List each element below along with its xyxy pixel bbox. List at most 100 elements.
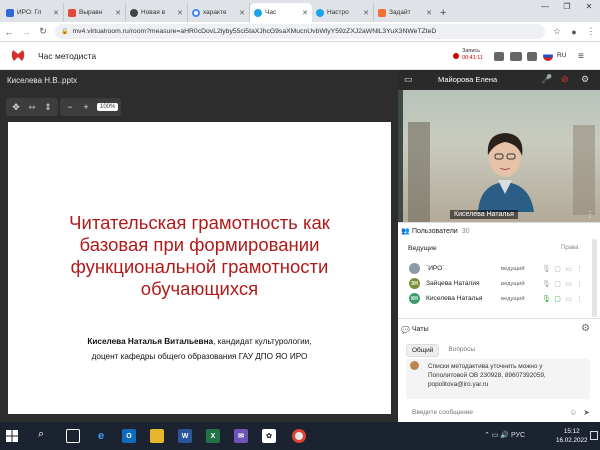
users-header[interactable]: Пользователи 30	[398, 223, 600, 239]
browser-tab[interactable]: характе ✕	[188, 3, 250, 22]
zoom-out-button[interactable]: −	[63, 100, 77, 114]
video-header-name: Майорова Елена	[438, 75, 498, 84]
user-row[interactable]: ЗН Зайцева Наталия ведущий 🎙 ▢ ▭ ⋮	[398, 276, 590, 291]
browser-tab[interactable]: Новая в ✕	[126, 3, 188, 22]
close-icon[interactable]: ✕	[363, 9, 369, 17]
close-icon[interactable]: ✕	[115, 9, 121, 17]
slide-subtitle: Киселева Наталья Витальевна, кандидат ку…	[38, 334, 361, 364]
chat-header[interactable]: Чаты	[412, 326, 429, 333]
file-explorer-icon[interactable]	[150, 429, 164, 443]
mic-on-icon[interactable]: 🎙	[541, 295, 552, 303]
move-icon[interactable]: ✥	[9, 100, 23, 114]
forward-icon[interactable]: →	[21, 27, 31, 37]
chat-message: Списки методактива уточнить можно у Попо…	[406, 359, 590, 399]
windows-start-icon[interactable]	[6, 430, 18, 442]
video-header: ▭ Майорова Елена 🎤 ⊘ ⚙	[398, 70, 600, 90]
outlook-icon[interactable]: O	[122, 429, 136, 443]
input-language[interactable]: РУС	[511, 432, 525, 439]
screen-icon[interactable]: ▭	[404, 74, 413, 85]
screen-share-icon[interactable]: ▭	[563, 265, 574, 273]
video-menu-icon[interactable]: ⋮	[586, 210, 594, 219]
task-view-icon[interactable]	[66, 429, 80, 443]
emoji-icon[interactable]: ☺	[569, 408, 577, 417]
system-tray[interactable]: ⌃ ▭ 🔊 РУС	[484, 431, 525, 439]
reload-icon[interactable]: ↻	[38, 26, 48, 37]
close-icon[interactable]: ✕	[177, 9, 183, 17]
close-icon[interactable]: ✕	[302, 9, 308, 17]
mic-off-icon[interactable]: 🎤	[541, 74, 552, 85]
chrome-icon[interactable]	[292, 429, 306, 443]
slide: Читательская грамотность как базовая при…	[8, 122, 391, 414]
back-icon[interactable]: ←	[4, 27, 14, 37]
video-icon[interactable]	[510, 52, 522, 61]
close-icon[interactable]: ✕	[426, 9, 432, 17]
language-flag-icon[interactable]	[543, 51, 553, 61]
mic-off-icon[interactable]: 🎙	[541, 265, 552, 273]
fullscreen-icon[interactable]	[527, 52, 537, 61]
settings-icon[interactable]: ⚙	[581, 74, 589, 85]
browser-tab[interactable]: Выравн ✕	[64, 3, 126, 22]
user-row[interactable]: `ИРО` ведущий 🎙 ▢ ▭ ⋮	[398, 261, 590, 276]
close-window-button[interactable]: ✕	[578, 0, 600, 16]
menu-icon[interactable]: ≡	[578, 51, 584, 62]
app-icon[interactable]: ✿	[262, 429, 276, 443]
close-icon[interactable]: ✕	[239, 9, 245, 17]
users-header-label: Пользователи	[412, 227, 458, 235]
close-icon[interactable]: ✕	[53, 9, 59, 17]
browser-tab[interactable]: ИРО: Гл ✕	[2, 3, 64, 22]
user-role: ведущий	[501, 265, 525, 272]
language-label[interactable]: RU	[557, 52, 566, 59]
more-icon[interactable]: ⋮	[574, 280, 585, 288]
users-panel: 👥 Пользователи 30 Ведущие Права `ИРО` вед…	[398, 222, 600, 318]
tab-general[interactable]: Общий	[406, 344, 440, 357]
more-icon[interactable]: ⋮	[586, 26, 596, 37]
more-icon[interactable]: ⋮	[574, 265, 585, 273]
camera-icon[interactable]: ▢	[552, 280, 563, 288]
edge-icon[interactable]: e	[94, 429, 108, 443]
avatar	[409, 263, 420, 274]
fit-icon[interactable]: ⇿	[25, 100, 39, 114]
notifications-icon[interactable]	[590, 431, 598, 440]
browser-tab[interactable]: Задайт ✕	[374, 3, 436, 22]
star-icon[interactable]: ☆	[552, 26, 562, 37]
user-name: Зайцева Наталия	[426, 280, 480, 287]
gear-icon[interactable]: ⚙	[581, 323, 590, 334]
screen-share-icon[interactable]: ▭	[563, 295, 574, 303]
clock[interactable]: 15:12 16.02.2022	[556, 427, 588, 445]
camera-icon[interactable]: ▢	[552, 265, 563, 273]
minimize-button[interactable]: —	[534, 0, 556, 16]
folder-icon[interactable]	[494, 52, 504, 61]
clock-date: 16.02.2022	[556, 437, 588, 444]
users-scrollbar[interactable]	[592, 239, 597, 317]
file-title: Киселева Н.В..pptx	[7, 76, 78, 85]
camera-on-icon[interactable]: ▢	[552, 295, 563, 303]
zoom-in-button[interactable]: +	[79, 100, 93, 114]
chat-input[interactable]	[406, 406, 570, 418]
maximize-button[interactable]: ❐	[556, 0, 578, 16]
tab-label: Задайт	[389, 9, 411, 16]
chat-tabs: Общий Вопросы	[406, 344, 480, 357]
app-icon[interactable]: ✉	[234, 429, 248, 443]
fit-height-icon[interactable]: ⇕	[41, 100, 55, 114]
more-icon[interactable]: ⋮	[574, 295, 585, 303]
search-icon[interactable]: ⌕	[38, 428, 44, 441]
camera-off-icon[interactable]: ⊘	[561, 74, 569, 85]
new-tab-button[interactable]: +	[440, 7, 446, 19]
browser-tab[interactable]: Настро ✕	[312, 3, 374, 22]
browser-tab-active[interactable]: Час ✕	[250, 3, 312, 22]
slide-author-rest: , кандидат культурологии,	[213, 337, 312, 346]
profile-icon[interactable]: ●	[569, 27, 579, 37]
user-row[interactable]: КН Киселева Наталья ведущий 🎙 ▢ ▭ ⋮	[398, 291, 590, 306]
tab-questions[interactable]: Вопросы	[443, 344, 480, 357]
excel-icon[interactable]: X	[206, 429, 220, 443]
url-field[interactable]: 🔒 mv4.virtualroom.ru/room?measure=aHR0cDo…	[55, 24, 545, 39]
background-shelf	[573, 125, 595, 215]
screen-share-icon[interactable]: ▭	[563, 280, 574, 288]
app-header: Час методиста Запись 00:41:11 RU ≡	[0, 42, 600, 70]
video-edge	[398, 90, 403, 222]
mic-off-icon[interactable]: 🎙	[541, 280, 552, 288]
zoom-level[interactable]: 100%	[97, 103, 119, 111]
word-icon[interactable]: W	[178, 429, 192, 443]
chat-input-row: ☺ ➤	[406, 405, 590, 419]
send-icon[interactable]: ➤	[583, 408, 590, 417]
